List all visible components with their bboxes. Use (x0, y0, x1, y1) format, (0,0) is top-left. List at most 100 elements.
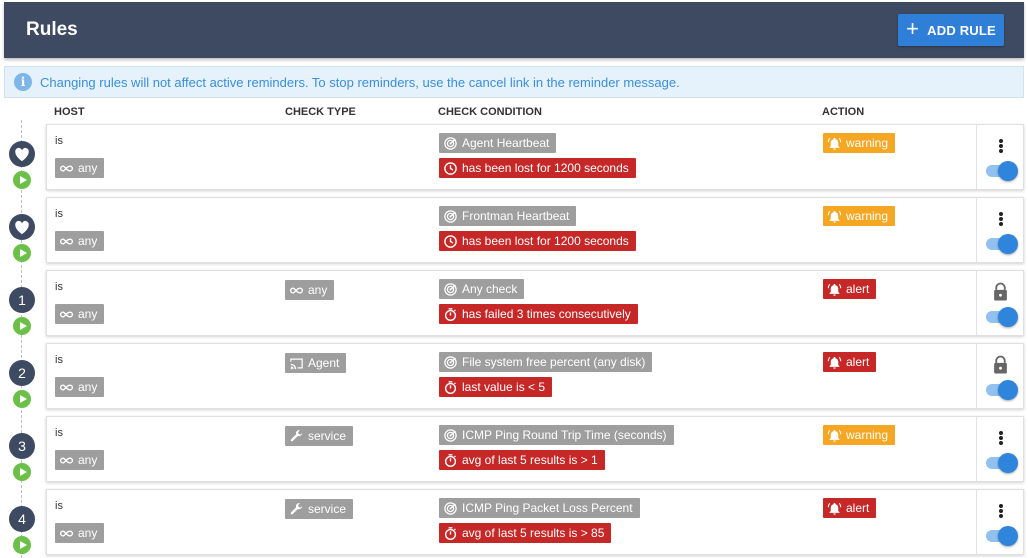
action-chip-label: warning (846, 209, 889, 223)
rule-row[interactable]: is any Agent Heartbeat has been lost for 12… (46, 124, 1024, 190)
host-chip: any (55, 304, 105, 324)
rule-enabled-toggle[interactable] (986, 453, 1018, 473)
more-vert-icon[interactable] (999, 212, 1003, 226)
check-type-chip-label: Agent (308, 356, 340, 370)
bell-icon (827, 428, 842, 443)
check-name-chip: File system free percent (any disk) (439, 352, 653, 372)
stopwatch-icon (443, 526, 458, 541)
page-title: Rules (26, 19, 78, 40)
column-header-check-condition: CHECK CONDITION (438, 106, 542, 118)
more-vert-icon[interactable] (999, 431, 1003, 445)
rule-row[interactable]: is any service ICMP Ping Round Trip Time (s… (46, 416, 1024, 482)
rule-row[interactable]: is any Frontman Heartbeat has been lost for… (46, 197, 1024, 263)
rule-enabled-toggle[interactable] (986, 380, 1018, 400)
action-chip-label: warning (846, 136, 889, 150)
action-chip: warning (823, 133, 896, 153)
check-name-chip: Agent Heartbeat (439, 133, 557, 153)
host-operator: is (55, 354, 63, 366)
condition-detail-chip: has been lost for 1200 seconds (439, 231, 636, 251)
check-name-chip-label: File system free percent (any disk) (462, 355, 646, 369)
stopwatch-icon (443, 307, 458, 322)
condition-detail-chip-label: avg of last 5 results is > 1 (462, 453, 598, 467)
radar-icon (443, 355, 458, 370)
rule-controls (976, 198, 1023, 262)
check-name-chip-label: ICMP Ping Packet Loss Percent (462, 501, 633, 515)
host-operator: is (55, 281, 63, 293)
play-icon[interactable] (13, 536, 31, 554)
condition-detail-chip-label: last value is < 5 (462, 380, 546, 394)
bell-icon (827, 209, 842, 224)
toggle-knob (998, 234, 1018, 254)
play-icon[interactable] (13, 171, 31, 189)
stopwatch-icon (443, 453, 458, 468)
check-name-chip-label: Frontman Heartbeat (462, 209, 570, 223)
infinity-icon (59, 161, 74, 176)
host-chip-label: any (78, 161, 98, 175)
add-rule-button[interactable]: + ADD RULE (898, 14, 1004, 46)
info-icon: i (14, 73, 32, 91)
host-chip-label: any (78, 453, 98, 467)
action-chip: alert (823, 498, 877, 518)
action-chip: alert (823, 352, 877, 372)
play-icon[interactable] (13, 244, 31, 262)
toggle-knob (998, 453, 1018, 473)
action-chip-label: alert (846, 282, 870, 296)
rule-enabled-toggle[interactable] (986, 234, 1018, 254)
add-rule-label: ADD RULE (927, 22, 996, 38)
rule-enabled-toggle[interactable] (986, 161, 1018, 181)
stopwatch-icon (443, 380, 458, 395)
action-chip-label: alert (846, 501, 870, 515)
action-chip: alert (823, 279, 877, 299)
radar-icon (443, 209, 458, 224)
info-banner: i Changing rules will not affect active … (4, 66, 1024, 98)
clock-icon (443, 234, 458, 249)
rule-row[interactable]: is any Agent File system free percent (any … (46, 343, 1024, 409)
action-chip: warning (823, 206, 896, 226)
check-name-chip: Any check (439, 279, 525, 299)
bell-icon (827, 355, 842, 370)
rule-order-badge: 1 (9, 287, 35, 313)
column-header-check-type: CHECK TYPE (285, 106, 356, 118)
rule-enabled-toggle[interactable] (986, 526, 1018, 546)
heart-icon (9, 141, 35, 167)
column-header-host: HOST (54, 106, 85, 118)
check-type-chip: Agent (285, 353, 347, 373)
toggle-knob (998, 526, 1018, 546)
host-chip: any (55, 158, 105, 178)
lock-icon (992, 355, 1009, 380)
check-type-chip-label: any (308, 283, 328, 297)
radar-icon (443, 136, 458, 151)
check-name-chip: Frontman Heartbeat (439, 206, 577, 226)
play-icon[interactable] (13, 463, 31, 481)
check-name-chip: ICMP Ping Packet Loss Percent (439, 498, 640, 518)
host-chip-label: any (78, 234, 98, 248)
play-icon[interactable] (13, 317, 31, 335)
check-type-chip: service (285, 499, 354, 519)
condition-detail-chip: has failed 3 times consecutively (439, 304, 638, 324)
host-chip: any (55, 377, 105, 397)
host-chip-label: any (78, 380, 98, 394)
toggle-knob (998, 161, 1018, 181)
rule-row[interactable]: is any service ICMP Ping Packet Loss Percen… (46, 489, 1024, 555)
condition-detail-chip-label: has been lost for 1200 seconds (462, 161, 629, 175)
more-vert-icon[interactable] (999, 504, 1003, 518)
infinity-icon (59, 234, 74, 249)
host-operator: is (55, 208, 63, 220)
infinity-icon (59, 307, 74, 322)
toggle-knob (998, 307, 1018, 327)
action-chip-label: alert (846, 355, 870, 369)
more-vert-icon[interactable] (999, 139, 1003, 153)
rule-enabled-toggle[interactable] (986, 307, 1018, 327)
play-icon[interactable] (13, 390, 31, 408)
bell-icon (827, 136, 842, 151)
check-type-chip-label: service (308, 429, 347, 443)
rule-order-badge: 4 (9, 506, 35, 532)
plus-icon: + (906, 16, 920, 41)
host-chip-label: any (78, 526, 98, 540)
rule-controls (976, 344, 1023, 408)
condition-detail-chip: last value is < 5 (439, 377, 553, 397)
check-type-chip: any (285, 280, 335, 300)
rule-row[interactable]: is any any Any check has failed 3 times cons… (46, 270, 1024, 336)
host-operator: is (55, 500, 63, 512)
heart-icon (9, 214, 35, 240)
